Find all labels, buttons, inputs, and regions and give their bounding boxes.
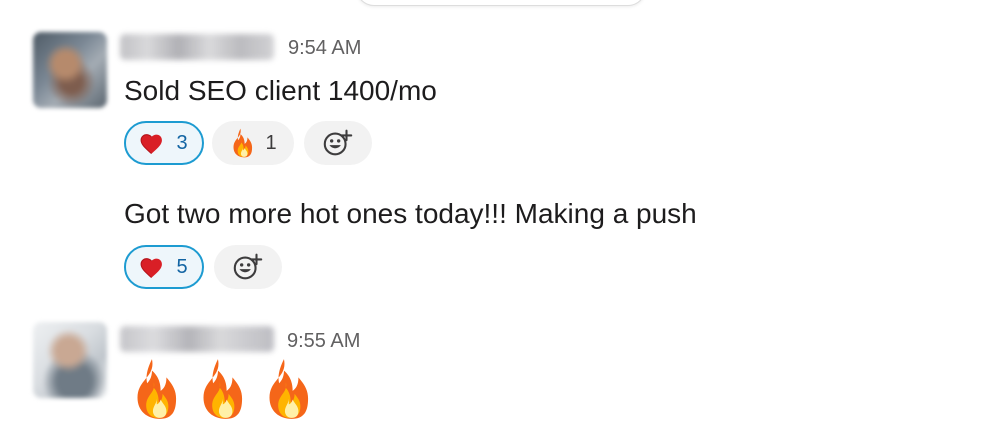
reaction-count: 3	[176, 132, 188, 154]
fire-icon	[227, 126, 253, 160]
message-text: Got two more hot ones today!!! Making a …	[124, 198, 697, 229]
fire-icon	[203, 359, 243, 419]
reaction-row: 5	[124, 245, 282, 289]
heart-reaction-button[interactable]: 5	[124, 245, 204, 289]
message-time: 9:54 AM	[288, 37, 362, 59]
heart-icon	[138, 131, 164, 155]
message-time: 9:55 AM	[287, 330, 361, 352]
fire-icon	[269, 359, 309, 419]
scroll-pill[interactable]	[356, 0, 646, 6]
message-text: Sold SEO client 1400/mo	[124, 75, 437, 106]
sender-name-blur	[120, 34, 274, 60]
reaction-count: 5	[176, 256, 188, 278]
add-reaction-button[interactable]	[214, 245, 282, 289]
add-reaction-icon	[233, 253, 263, 280]
add-reaction-icon	[323, 129, 353, 156]
reaction-count: 1	[265, 132, 277, 154]
heart-reaction-button[interactable]: 3	[124, 121, 204, 165]
avatar[interactable]	[33, 32, 107, 108]
reaction-row: 3 1	[124, 121, 372, 165]
add-reaction-button[interactable]	[304, 121, 372, 165]
heart-icon	[138, 255, 164, 279]
fire-reaction-button[interactable]: 1	[212, 121, 294, 165]
sender-name-blur	[120, 326, 274, 352]
fire-icon	[137, 359, 177, 419]
emoji-message	[124, 356, 310, 422]
avatar[interactable]	[33, 322, 107, 398]
